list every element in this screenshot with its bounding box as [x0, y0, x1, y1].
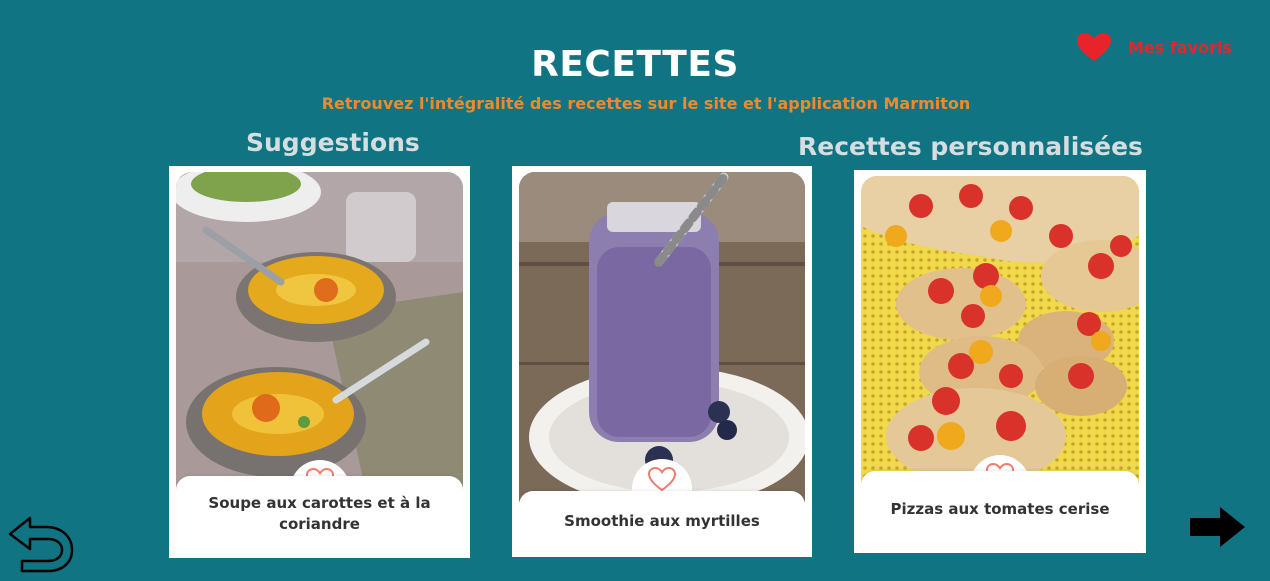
- cherry-tomato-pizza-photo: [861, 176, 1139, 486]
- favorites-button[interactable]: Mes favoris: [1076, 32, 1232, 62]
- recipe-title: Pizzas aux tomates cerise: [861, 471, 1139, 547]
- card-frame: Soupe aux carottes et à la coriandre: [176, 172, 463, 552]
- personalized-heading: Recettes personnalisées: [798, 132, 1143, 161]
- card-frame: Pizzas aux tomates cerise: [861, 176, 1139, 547]
- recipe-title: Soupe aux carottes et à la coriandre: [176, 476, 463, 552]
- recipe-title: Smoothie aux myrtilles: [519, 491, 805, 551]
- heart-outline-icon: [647, 466, 677, 492]
- suggestions-heading: Suggestions: [246, 128, 420, 157]
- back-arrow-icon[interactable]: [6, 514, 76, 574]
- recipe-card-pizzas[interactable]: Pizzas aux tomates cerise: [854, 170, 1146, 553]
- next-arrow-icon[interactable]: [1188, 506, 1246, 548]
- carrot-soup-photo: [176, 172, 463, 492]
- recipe-card-smoothie[interactable]: Smoothie aux myrtilles: [512, 166, 812, 557]
- card-frame: Smoothie aux myrtilles: [519, 172, 805, 551]
- blueberry-smoothie-photo: [519, 172, 805, 502]
- page-subtitle: Retrouvez l'intégralité des recettes sur…: [321, 94, 971, 113]
- heart-icon: [1077, 33, 1111, 61]
- favorites-label: Mes favoris: [1128, 37, 1232, 57]
- recipe-card-soup[interactable]: Soupe aux carottes et à la coriandre: [169, 166, 470, 558]
